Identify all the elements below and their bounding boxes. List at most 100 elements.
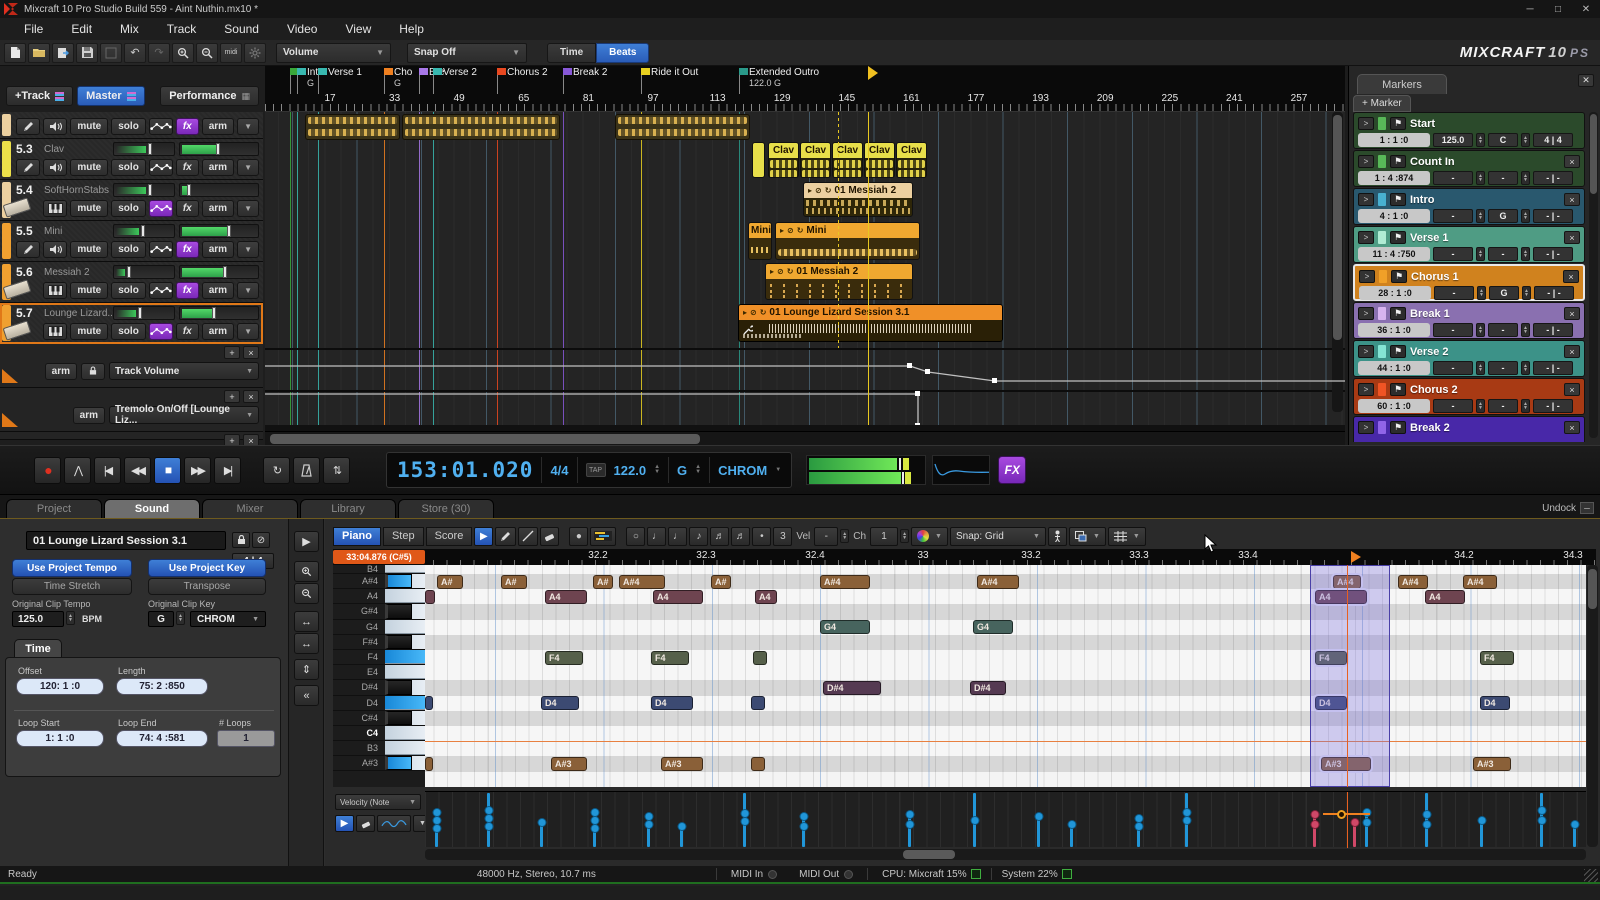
- piano-key-a4[interactable]: A4: [333, 589, 425, 604]
- collapse-left-button[interactable]: «: [294, 685, 319, 706]
- velocity-dot[interactable]: [677, 822, 686, 831]
- black-key[interactable]: [385, 635, 412, 649]
- undock-label[interactable]: Undock: [1542, 503, 1576, 514]
- close-icon[interactable]: ✕: [1578, 74, 1594, 87]
- scrollbar-thumb[interactable]: [1333, 115, 1342, 340]
- fx-button[interactable]: fx: [176, 200, 199, 217]
- slider-handle[interactable]: [227, 225, 231, 237]
- undo-button[interactable]: ↶: [124, 43, 146, 63]
- mute-button[interactable]: mute: [70, 282, 108, 299]
- velocity-stem[interactable]: [1070, 821, 1073, 847]
- marker-key-field[interactable]: -: [1488, 399, 1518, 413]
- midi-note-g4[interactable]: G4: [973, 620, 1013, 634]
- expand-marker-button[interactable]: >: [1358, 117, 1374, 130]
- velocity-stem[interactable]: [1313, 811, 1316, 847]
- spinner[interactable]: ▲▼: [1521, 323, 1530, 337]
- duration-eighth-button[interactable]: ♪: [689, 527, 708, 546]
- note-grid[interactable]: A#A#A#A#4A#A#4A#4A#4A#4A#4A4A4A4A4A4G4G4…: [425, 565, 1586, 787]
- white-key[interactable]: [385, 741, 425, 755]
- track-row-5.6[interactable]: 5.6Messiah 2mutesolofxarm▼: [0, 262, 263, 303]
- delete-marker-button[interactable]: ×: [1564, 193, 1580, 206]
- marker-tempo-field[interactable]: -: [1433, 399, 1473, 413]
- select-tool-button[interactable]: ▶: [474, 527, 493, 546]
- spinner[interactable]: ▲▼: [1476, 323, 1485, 337]
- marker-card-break-2[interactable]: >⚑Break 2×: [1353, 416, 1585, 442]
- markers-tab[interactable]: Markers: [1357, 74, 1447, 94]
- track-row-5.5[interactable]: 5.5Minimutesolofxarm▼: [0, 221, 263, 262]
- spinner[interactable]: ▲▼: [1476, 399, 1485, 413]
- velocity-spinner[interactable]: ▲▼: [840, 529, 849, 543]
- rewind-button[interactable]: ◀◀: [124, 457, 151, 484]
- lane-arm-button[interactable]: arm: [45, 363, 77, 380]
- velocity-stem[interactable]: [802, 813, 805, 847]
- clip-area[interactable]: ClavClavClavClavClav▸⊘↻01 Messiah 2Mini▸…: [265, 112, 1345, 425]
- solo-button[interactable]: solo: [111, 282, 146, 299]
- midi-note-f4[interactable]: F4: [545, 651, 583, 665]
- black-key[interactable]: [385, 574, 412, 588]
- tempo-change-button[interactable]: ⇅: [323, 457, 350, 484]
- audio-clip[interactable]: [305, 114, 400, 140]
- collapse-panel-button[interactable]: ─: [1580, 502, 1594, 514]
- track-meter-slider[interactable]: [179, 183, 259, 197]
- tempo-spinner[interactable]: ▲▼: [654, 465, 660, 475]
- loop-button[interactable]: ↻: [263, 457, 290, 484]
- track-volume-slider[interactable]: [113, 183, 175, 197]
- expand-marker-button[interactable]: >: [1358, 421, 1374, 434]
- velocity-type-dropdown[interactable]: Velocity (Note▼: [335, 794, 421, 810]
- marker-key-field[interactable]: G: [1489, 286, 1519, 300]
- marker-signature-field[interactable]: - | -: [1533, 361, 1573, 375]
- key-display[interactable]: G: [677, 463, 687, 478]
- marker-key-field[interactable]: G: [1488, 209, 1518, 223]
- slider-handle[interactable]: [212, 307, 216, 319]
- piano-roll-tab-score[interactable]: Score: [426, 527, 473, 546]
- velocity-stem[interactable]: [743, 793, 746, 847]
- spinner[interactable]: ▲▼: [1521, 133, 1530, 147]
- velocity-lane[interactable]: [425, 791, 1586, 847]
- black-key[interactable]: [385, 711, 412, 725]
- track-chevron-button[interactable]: ▼: [237, 118, 259, 135]
- midi-note-as3[interactable]: A#3: [661, 757, 703, 771]
- track-meter-slider[interactable]: [179, 265, 259, 279]
- velocity-stem[interactable]: [1353, 819, 1356, 847]
- velocity-dot[interactable]: [590, 824, 599, 833]
- spinner[interactable]: ▲▼: [1476, 171, 1485, 185]
- marker-signature-field[interactable]: - | -: [1533, 247, 1573, 261]
- automation-type-dropdown[interactable]: Volume▼: [276, 43, 391, 63]
- marker-position-field[interactable]: 1 : 4 :874: [1358, 171, 1430, 185]
- delete-marker-button[interactable]: ×: [1563, 270, 1579, 283]
- track-name[interactable]: Mini: [44, 226, 62, 237]
- marker-tempo-field[interactable]: -: [1433, 323, 1473, 337]
- track-pencil-icon-button[interactable]: [16, 159, 40, 176]
- markers-scrollbar[interactable]: [1589, 112, 1598, 438]
- solo-button[interactable]: solo: [111, 200, 146, 217]
- midi-note-as4[interactable]: A#4: [619, 575, 665, 589]
- timeline-h-scrollbar[interactable]: [265, 431, 1345, 445]
- track-meter-slider[interactable]: [179, 224, 259, 238]
- automation-button[interactable]: [149, 241, 173, 258]
- slider-handle[interactable]: [148, 143, 152, 155]
- zoom-in-button[interactable]: [172, 43, 194, 63]
- audio-clip-mini[interactable]: ▸⊘↻Mini: [775, 222, 920, 260]
- scale-spinner[interactable]: ▼: [775, 468, 781, 473]
- piano-roll-ruler[interactable]: 33:04.876 (C#5) 32.232.332.43333.233.333…: [333, 549, 1596, 565]
- key-spinner[interactable]: ▲▼: [695, 465, 701, 475]
- marker-key-field[interactable]: -: [1488, 171, 1518, 185]
- marker-card-verse-1[interactable]: >⚑Verse 1×11 : 4 :750-▲▼-▲▼- | -: [1353, 226, 1585, 263]
- maximize-button[interactable]: □: [1544, 0, 1572, 18]
- track-row-5.3[interactable]: 5.3Clavmutesolofxarm▼: [0, 139, 263, 180]
- velocity-dot[interactable]: [799, 822, 808, 831]
- mute-button[interactable]: mute: [70, 159, 108, 176]
- track-volume-slider[interactable]: [113, 224, 175, 238]
- midi-note-a4[interactable]: A4: [545, 590, 587, 604]
- velocity-dot[interactable]: [1310, 810, 1319, 819]
- duration-quarter-button[interactable]: ♩: [668, 527, 687, 546]
- new-project-button[interactable]: [4, 43, 26, 63]
- track-name[interactable]: SoftHornStabs: [44, 185, 109, 196]
- white-key[interactable]: [385, 565, 425, 573]
- slider-handle[interactable]: [141, 225, 145, 237]
- midi-note[interactable]: [425, 590, 435, 604]
- slider-handle[interactable]: [223, 266, 227, 278]
- mute-button[interactable]: mute: [70, 118, 108, 135]
- midi-note[interactable]: [751, 757, 765, 771]
- num-loops-field[interactable]: 1: [217, 730, 275, 747]
